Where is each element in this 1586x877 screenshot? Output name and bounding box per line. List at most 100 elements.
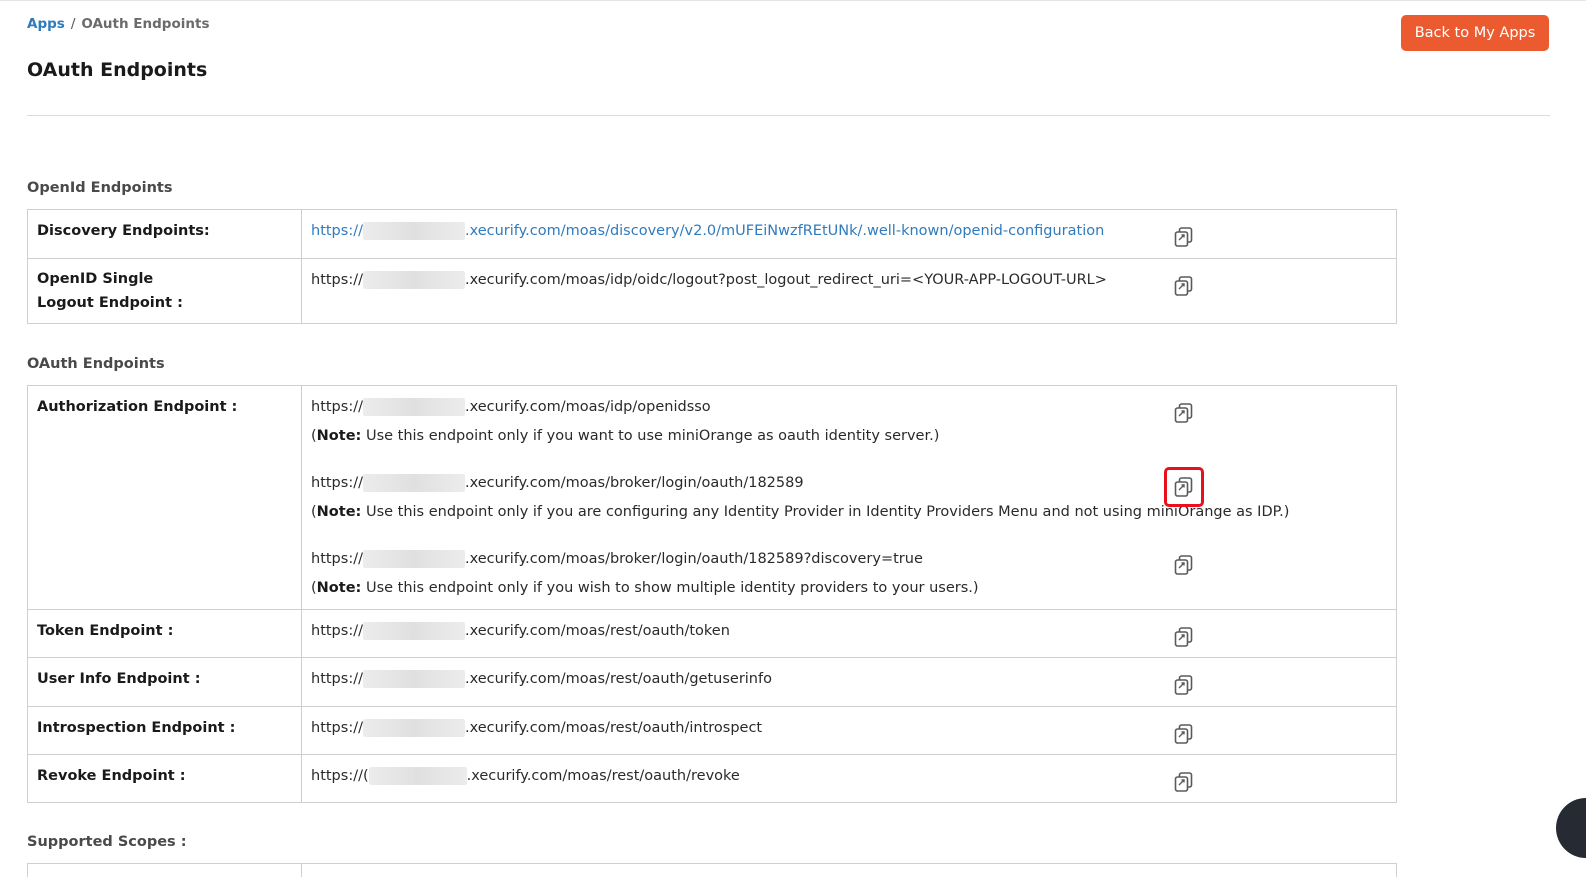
supported-scopes-title: Supported Scopes : <box>27 834 187 850</box>
table-row: Token Endpoint : https:// .xecurify.com/m… <box>27 609 1397 658</box>
supported-scopes-table <box>27 863 1397 877</box>
copy-revoke-button[interactable] <box>1170 768 1198 796</box>
copy-broker-login-button[interactable] <box>1164 467 1204 507</box>
authorization-endpoint-note: (Note: Use this endpoint only if you wan… <box>311 425 939 447</box>
revoke-endpoint-url: https://( .xecurify.com/moas/rest/oauth/r… <box>311 765 1387 787</box>
introspection-endpoint-value: https:// .xecurify.com/moas/rest/oauth/in… <box>301 706 1397 755</box>
token-endpoint-url: https:// .xecurify.com/moas/rest/oauth/to… <box>311 620 1387 642</box>
url-path: .xecurify.com/moas/idp/openidsso <box>464 399 711 415</box>
userinfo-endpoint-label: User Info Endpoint : <box>27 657 302 707</box>
discovery-endpoint-label: Discovery Endpoints: <box>27 209 302 259</box>
url-path: .xecurify.com/moas/rest/oauth/revoke <box>466 768 740 784</box>
note-label: Note: <box>316 504 362 520</box>
breadcrumb-apps-link[interactable]: Apps <box>27 16 65 32</box>
copy-discovery-button[interactable] <box>1170 223 1198 251</box>
copy-icon <box>1174 675 1193 695</box>
url-scheme: https:// <box>311 475 363 491</box>
redacted-host <box>362 622 465 640</box>
page-title: OAuth Endpoints <box>27 59 208 81</box>
url-path: .xecurify.com/moas/idp/oidc/logout?post_… <box>464 272 1107 288</box>
back-to-my-apps-button[interactable]: Back to My Apps <box>1401 15 1549 51</box>
note-label: Note: <box>316 428 362 444</box>
label-line: Logout Endpoint : <box>37 295 183 311</box>
url-path: .xecurify.com/moas/broker/login/oauth/18… <box>464 551 923 567</box>
url-scheme: https://( <box>311 768 369 784</box>
url-path: .xecurify.com/moas/rest/oauth/getuserinf… <box>464 671 772 687</box>
note-text: Use this endpoint only if you wish to sh… <box>361 580 979 596</box>
openid-endpoints-table: Discovery Endpoints: https:// .xecurify.c… <box>27 209 1397 324</box>
openid-logout-endpoint-url: https:// .xecurify.com/moas/idp/oidc/logo… <box>311 269 1387 291</box>
copy-authorization-button[interactable] <box>1170 399 1198 427</box>
url-path: .xecurify.com/moas/discovery/v2.0/mUFEiN… <box>464 223 1105 239</box>
url-scheme: https:// <box>311 272 363 288</box>
token-endpoint-value: https:// .xecurify.com/moas/rest/oauth/to… <box>301 609 1397 658</box>
note-label: Note: <box>316 580 362 596</box>
url-scheme: https:// <box>311 223 363 239</box>
redacted-host <box>362 271 465 289</box>
header-divider <box>27 115 1550 116</box>
breadcrumb-current: OAuth Endpoints <box>81 16 210 32</box>
copy-icon <box>1174 555 1193 575</box>
oauth-endpoints-table: Authorization Endpoint : https:// .xecuri… <box>27 385 1397 803</box>
copy-icon <box>1174 477 1193 497</box>
copy-broker-discovery-button[interactable] <box>1170 551 1198 579</box>
revoke-endpoint-value: https://( .xecurify.com/moas/rest/oauth/r… <box>301 754 1397 803</box>
table-row: Introspection Endpoint : https:// .xecuri… <box>27 706 1397 755</box>
url-path: .xecurify.com/moas/rest/oauth/introspect <box>464 720 763 736</box>
copy-icon <box>1174 227 1193 247</box>
authorization-endpoint-value: https:// .xecurify.com/moas/idp/openidsso… <box>301 385 1397 610</box>
url-scheme: https:// <box>311 671 363 687</box>
redacted-host <box>362 670 465 688</box>
redacted-host <box>362 222 465 240</box>
column-divider <box>301 864 302 877</box>
openid-logout-endpoint-label: OpenID Single Logout Endpoint : <box>27 258 302 324</box>
url-scheme: https:// <box>311 720 363 736</box>
url-scheme: https:// <box>311 551 363 567</box>
breadcrumb: Apps / OAuth Endpoints <box>27 16 209 32</box>
url-path: .xecurify.com/moas/rest/oauth/token <box>464 623 730 639</box>
table-row: Discovery Endpoints: https:// .xecurify.c… <box>27 209 1397 259</box>
copy-icon <box>1174 403 1193 423</box>
url-scheme: https:// <box>311 623 363 639</box>
redacted-host <box>362 398 465 416</box>
oauth-section-title: OAuth Endpoints <box>27 356 165 372</box>
breadcrumb-separator: / <box>70 16 76 32</box>
redacted-host <box>362 550 465 568</box>
broker-login-endpoint-note: (Note: Use this endpoint only if you are… <box>311 501 1289 523</box>
table-row: Revoke Endpoint : https://( .xecurify.com… <box>27 754 1397 803</box>
introspection-endpoint-url: https:// .xecurify.com/moas/rest/oauth/in… <box>311 717 1387 739</box>
note-text: Use this endpoint only if you want to us… <box>361 428 940 444</box>
copy-icon <box>1174 627 1193 647</box>
copy-introspection-button[interactable] <box>1170 720 1198 748</box>
authorization-endpoint-label: Authorization Endpoint : <box>27 385 302 610</box>
authorization-endpoint-url: https:// .xecurify.com/moas/idp/openidsso <box>311 396 711 418</box>
table-row: Authorization Endpoint : https:// .xecuri… <box>27 385 1397 610</box>
userinfo-endpoint-url: https:// .xecurify.com/moas/rest/oauth/ge… <box>311 668 1387 690</box>
copy-userinfo-button[interactable] <box>1170 671 1198 699</box>
copy-icon <box>1174 772 1193 792</box>
chat-widget-button[interactable] <box>1556 798 1586 858</box>
revoke-endpoint-label: Revoke Endpoint : <box>27 754 302 803</box>
introspection-endpoint-label: Introspection Endpoint : <box>27 706 302 755</box>
discovery-endpoint-url[interactable]: https:// .xecurify.com/moas/discovery/v2.… <box>311 220 1387 242</box>
openid-section-title: OpenId Endpoints <box>27 180 173 196</box>
discovery-endpoint-value: https:// .xecurify.com/moas/discovery/v2.… <box>301 209 1397 259</box>
redacted-host <box>368 767 467 785</box>
copy-token-button[interactable] <box>1170 623 1198 651</box>
table-row: User Info Endpoint : https:// .xecurify.c… <box>27 657 1397 707</box>
label-line: OpenID Single <box>37 271 154 287</box>
redacted-host <box>362 719 465 737</box>
token-endpoint-label: Token Endpoint : <box>27 609 302 658</box>
url-scheme: https:// <box>311 399 363 415</box>
userinfo-endpoint-value: https:// .xecurify.com/moas/rest/oauth/ge… <box>301 657 1397 707</box>
openid-logout-endpoint-value: https:// .xecurify.com/moas/idp/oidc/logo… <box>301 258 1397 324</box>
broker-discovery-endpoint-note: (Note: Use this endpoint only if you wis… <box>311 577 979 599</box>
redacted-host <box>362 474 465 492</box>
copy-icon <box>1174 276 1193 296</box>
copy-openid-logout-button[interactable] <box>1170 272 1198 300</box>
broker-discovery-endpoint-url: https:// .xecurify.com/moas/broker/login/… <box>311 548 923 570</box>
table-row: OpenID Single Logout Endpoint : https://… <box>27 258 1397 324</box>
copy-icon <box>1174 724 1193 744</box>
url-path: .xecurify.com/moas/broker/login/oauth/18… <box>464 475 804 491</box>
broker-login-endpoint-url: https:// .xecurify.com/moas/broker/login/… <box>311 472 804 494</box>
